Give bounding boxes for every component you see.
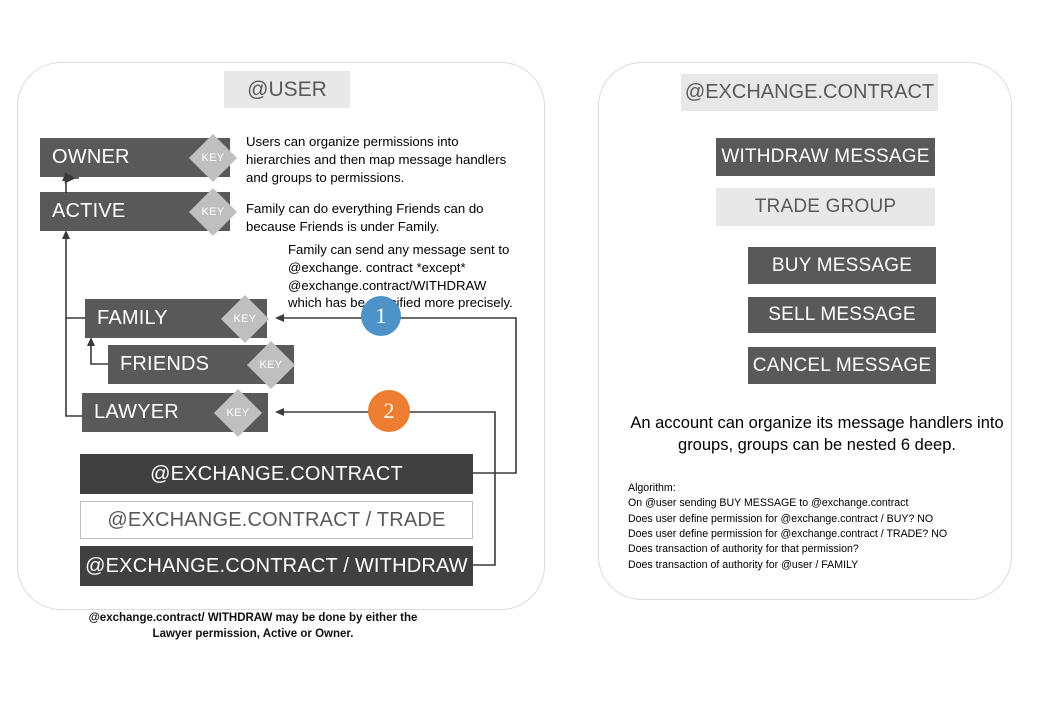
key-icon: KEY [188, 133, 238, 182]
permission-bar-active[interactable]: ACTIVE KEY [40, 187, 238, 236]
diagram-canvas: @USER OWNER KEY ACTIVE KEY FAMILY KEY FR… [0, 0, 1056, 704]
permission-bar-family[interactable]: FAMILY KEY [85, 294, 270, 343]
key-icon: KEY [188, 187, 238, 236]
handler-label-withdraw-message: WITHDRAW MESSAGE [721, 146, 930, 167]
contract-bar-exchange-trade[interactable]: @EXCHANGE.CONTRACT / TRADE [80, 501, 473, 539]
key-icon-label: KEY [226, 406, 250, 419]
step-badge-1[interactable]: 1 [361, 296, 401, 336]
exchange-header-pill: @EXCHANGE.CONTRACT [681, 74, 938, 111]
handler-bar-trade-group[interactable]: TRADE GROUP [716, 188, 935, 226]
step-badge-2[interactable]: 2 [368, 390, 410, 432]
key-icon-label: KEY [259, 358, 283, 371]
contract-bar-exchange[interactable]: @EXCHANGE.CONTRACT [80, 454, 473, 494]
user-header-pill: @USER [224, 71, 350, 108]
permission-bar-owner[interactable]: OWNER KEY [40, 133, 238, 182]
contract-label-exchange: @EXCHANGE.CONTRACT [150, 462, 403, 485]
note-family-except-withdraw: Family can send any message sent to @exc… [288, 242, 513, 311]
right-card-note: An account can organize its message hand… [630, 414, 1004, 455]
key-icon: KEY [213, 388, 263, 437]
permission-bar-lawyer[interactable]: LAWYER KEY [82, 388, 268, 437]
key-icon-label: KEY [201, 151, 225, 164]
permission-label-friends: FRIENDS [120, 353, 210, 375]
handler-bar-cancel-message[interactable]: CANCEL MESSAGE [748, 347, 936, 384]
handler-bar-sell-message[interactable]: SELL MESSAGE [748, 297, 936, 333]
handler-bar-withdraw-message[interactable]: WITHDRAW MESSAGE [716, 138, 935, 176]
handler-label-sell-message: SELL MESSAGE [768, 304, 916, 325]
permission-label-lawyer: LAWYER [94, 401, 179, 423]
key-icon: KEY [246, 340, 296, 389]
note-hierarchies: Users can organize permissions into hier… [246, 134, 507, 185]
permission-bar-friends[interactable]: FRIENDS KEY [108, 340, 296, 389]
contract-label-exchange-trade: @EXCHANGE.CONTRACT / TRADE [107, 508, 446, 531]
permission-label-owner: OWNER [52, 146, 130, 168]
handler-label-trade-group: TRADE GROUP [754, 196, 897, 217]
key-icon-label: KEY [201, 205, 225, 218]
handler-bar-buy-message[interactable]: BUY MESSAGE [748, 247, 936, 284]
handler-label-buy-message: BUY MESSAGE [771, 254, 913, 276]
handler-label-cancel-message: CANCEL MESSAGE [752, 354, 932, 376]
key-icon: KEY [220, 294, 270, 343]
left-card-caption: @exchange.contract/ WITHDRAW may be done… [88, 612, 418, 641]
contract-bar-exchange-withdraw[interactable]: @EXCHANGE.CONTRACT / WITHDRAW [80, 546, 473, 586]
note-family-friends: Family can do everything Friends can do … [246, 201, 484, 234]
permission-label-active: ACTIVE [52, 200, 126, 222]
key-icon-label: KEY [233, 312, 257, 325]
permission-label-family: FAMILY [97, 307, 168, 329]
algorithm-text: Algorithm: On @user sending BUY MESSAGE … [628, 482, 948, 571]
contract-label-exchange-withdraw: @EXCHANGE.CONTRACT / WITHDRAW [85, 554, 468, 577]
